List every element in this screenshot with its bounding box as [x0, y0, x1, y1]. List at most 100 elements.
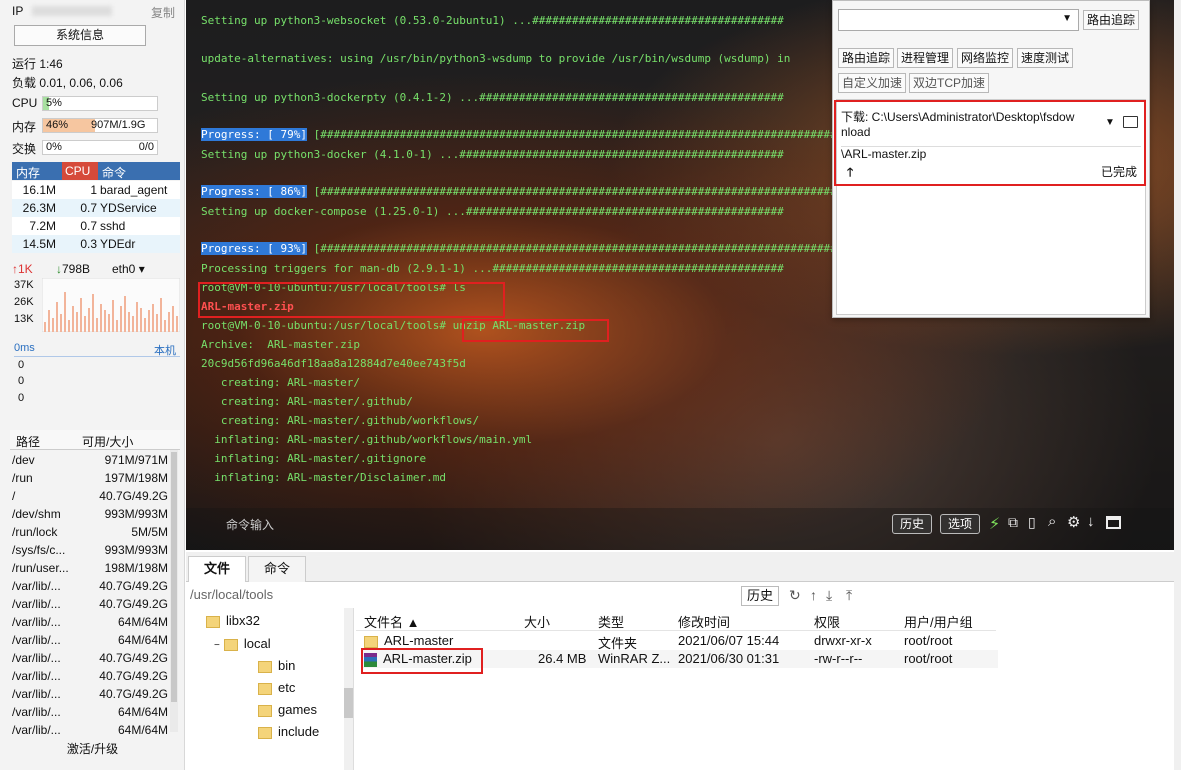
tab-commands[interactable]: 命令 [248, 556, 306, 582]
fs-row[interactable]: /dev 971M/971M [10, 451, 168, 469]
fs-row[interactable]: /var/lib/... 64M/64M [10, 631, 168, 649]
tab-files[interactable]: 文件 [188, 556, 246, 582]
terminal-line: Setting up docker-compose (1.25.0-1) ...… [201, 205, 784, 218]
tree-item[interactable]: include [258, 724, 319, 739]
download-icon[interactable]: ↓ [1087, 513, 1095, 530]
path-input[interactable]: /usr/local/tools [190, 587, 738, 606]
terminal-line: Archive: ARL-master.zip [201, 338, 360, 351]
fs-row[interactable]: /dev/shm 993M/993M [10, 505, 168, 523]
paste-icon[interactable]: ▯ [1028, 514, 1036, 531]
fs-row[interactable]: /run 197M/198M [10, 469, 168, 487]
up-dir-icon[interactable]: ↑ [810, 587, 817, 603]
right-edge-strip [1174, 0, 1181, 770]
copy-icon[interactable]: ⧉ [1008, 514, 1018, 531]
fs-row[interactable]: /var/lib/... 64M/64M [10, 721, 168, 739]
options-button[interactable]: 选项 [940, 514, 980, 534]
custom-accel-button[interactable]: 自定义加速 [838, 73, 907, 93]
tree-item[interactable]: libx32 [206, 613, 260, 628]
col-type[interactable]: 类型 [598, 612, 624, 631]
latency-graph [14, 356, 180, 414]
col-owner[interactable]: 用户/用户组 [904, 612, 973, 631]
up-arrow-icon: 🡑 [847, 165, 854, 179]
process-row[interactable]: 26.3M 0.7 YDService [12, 199, 180, 217]
history-button[interactable]: 历史 [892, 514, 932, 534]
fs-scrollbar[interactable] [170, 450, 178, 732]
upload-file-icon[interactable]: ⤒ [846, 587, 852, 604]
terminal-line: inflating: ARL-master/.gitignore [201, 452, 427, 465]
tree-item[interactable]: etc [258, 680, 295, 695]
fs-row[interactable]: /var/lib/... 64M/64M [10, 613, 168, 631]
fs-row[interactable]: /sys/fs/c... 993M/993M [10, 541, 168, 559]
tree-scrollbar[interactable] [344, 608, 353, 770]
process-row[interactable]: 16.1M 1 barad_agent [12, 181, 180, 199]
process-manager-tab[interactable]: 进程管理 [897, 48, 954, 68]
net-bar [96, 318, 98, 332]
speed-test-tab[interactable]: 速度测试 [1017, 48, 1074, 68]
process-table-header: 内存 CPU 命令 [12, 162, 180, 180]
download-file-icon[interactable]: ⤓ [826, 587, 832, 604]
fs-row[interactable]: /run/lock 5M/5M [10, 523, 168, 541]
folder-icon [258, 726, 272, 739]
trace-target-select[interactable]: ▼ [838, 9, 1079, 31]
cpu-bar: 5% [42, 96, 158, 111]
refresh-icon[interactable]: ↻ [789, 587, 801, 604]
header-cpu[interactable]: CPU [62, 162, 98, 180]
fs-row[interactable]: /var/lib/... 40.7G/49.2G [10, 667, 168, 685]
net-bar [152, 304, 154, 332]
route-trace-tab[interactable]: 路由追踪 [838, 48, 895, 68]
fs-header-size[interactable]: 可用/大小 [82, 433, 133, 450]
window-icon[interactable] [1106, 516, 1121, 529]
process-row[interactable]: 7.2M 0.7 sshd [12, 217, 180, 235]
fs-row[interactable]: /var/lib/... 64M/64M [10, 703, 168, 721]
fs-row[interactable]: /var/lib/... 40.7G/49.2G [10, 595, 168, 613]
process-row[interactable]: 14.5M 0.3 YDEdr [12, 235, 180, 253]
terminal-line: Progress: [ 79%] [######################… [201, 128, 844, 141]
mem-label: 内存 [12, 120, 37, 134]
trace-route-button[interactable]: 路由追踪 [1083, 10, 1140, 30]
fs-row[interactable]: /var/lib/... 40.7G/49.2G [10, 649, 168, 667]
file-list: 文件名 ▲ 大小 类型 修改时间 权限 用户/用户组 ARL-master 文件… [356, 608, 1174, 770]
net-scale-low: 13K [14, 313, 34, 325]
copy-link[interactable]: 复制 [151, 4, 175, 21]
net-bar [144, 318, 146, 332]
tree-item[interactable]: − local [214, 636, 271, 651]
fs-header-path[interactable]: 路径 [16, 433, 40, 450]
mem-detail: 907M/1.9G [91, 119, 146, 131]
col-size[interactable]: 大小 [524, 612, 550, 631]
bottom-tabs: 文件 命令 [186, 552, 1174, 582]
activate-upgrade-link[interactable]: 激活/升级 [0, 740, 185, 757]
folder-icon[interactable] [1123, 116, 1138, 128]
lightning-icon[interactable]: ⚡ [989, 514, 1000, 534]
progress-label: Progress: [ 86%] [201, 185, 307, 198]
net-bar [88, 308, 90, 332]
sysinfo-button[interactable]: 系统信息 [14, 25, 146, 46]
terminal-line: creating: ARL-master/.github/ [201, 395, 413, 408]
net-bar [168, 312, 170, 332]
settings-icon[interactable]: ⚙ [1067, 513, 1080, 531]
path-history-button[interactable]: 历史 [741, 586, 779, 606]
col-name[interactable]: 文件名 ▲ [364, 612, 420, 631]
fs-row[interactable]: /var/lib/... 40.7G/49.2G [10, 577, 168, 595]
cpu-label: CPU [12, 96, 38, 110]
fs-row[interactable]: /var/lib/... 40.7G/49.2G [10, 685, 168, 703]
col-mtime[interactable]: 修改时间 [678, 612, 730, 631]
path-dropdown-icon[interactable]: ▼ [1105, 117, 1115, 128]
folder-icon [258, 660, 272, 673]
header-cmd[interactable]: 命令 [102, 164, 126, 181]
net-bar [160, 298, 162, 332]
terminal-line: Processing triggers for man-db (2.9.1-1)… [201, 262, 784, 275]
fs-row[interactable]: /run/user... 198M/198M [10, 559, 168, 577]
tree-item[interactable]: games [258, 702, 317, 717]
command-input[interactable]: 命令输入 [226, 516, 274, 533]
network-monitor-tab[interactable]: 网络监控 [957, 48, 1014, 68]
tcp-accel-button[interactable]: 双边TCP加速 [909, 73, 990, 93]
highlight-ls [198, 282, 505, 318]
net-interface-select[interactable]: eth0 ▾ [112, 262, 145, 276]
header-mem[interactable]: 内存 [16, 164, 40, 181]
search-icon[interactable]: ⌕ [1048, 513, 1056, 530]
net-bar [108, 314, 110, 332]
fs-row[interactable]: /40.7G/49.2G [10, 487, 168, 505]
net-bar [56, 302, 58, 332]
tree-item[interactable]: bin [258, 658, 295, 673]
col-perm[interactable]: 权限 [814, 612, 840, 631]
